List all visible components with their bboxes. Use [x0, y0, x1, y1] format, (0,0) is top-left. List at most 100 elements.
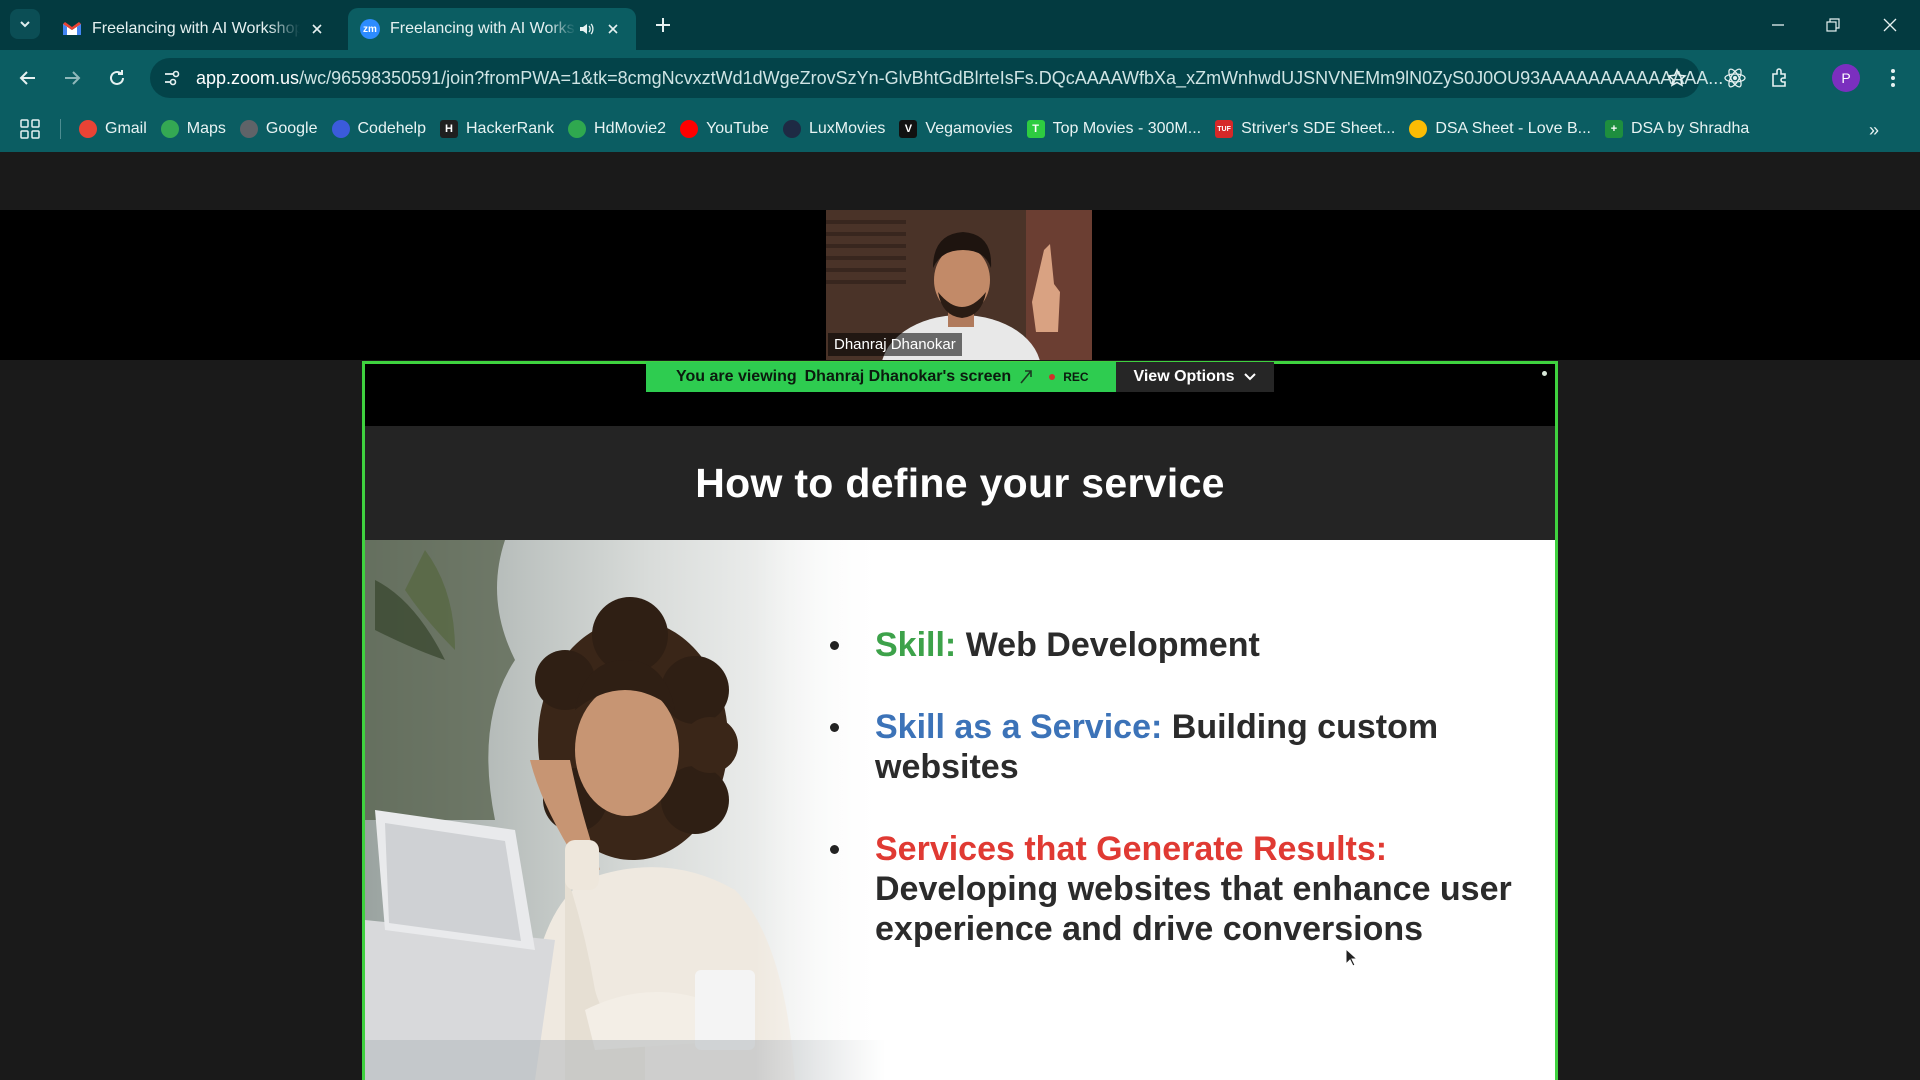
url-host: app.zoom.us: [196, 68, 300, 88]
site-info-icon[interactable]: [160, 66, 184, 90]
slide-bullet-list: Skill: Web Development Skill as a Servic…: [830, 625, 1530, 991]
tab-freelancing-zoom[interactable]: zm Freelancing with AI Workshop: [348, 8, 636, 50]
url-path: /wc/96598350591/join?fromPWA=1&tk=8cmgNc…: [299, 68, 1724, 88]
back-button[interactable]: [12, 62, 44, 94]
forward-button[interactable]: [56, 62, 88, 94]
mouse-cursor-icon: [1345, 948, 1359, 967]
bookmark-label: DSA by Shradha: [1630, 120, 1750, 137]
bookmark-label: HdMovie2: [594, 120, 667, 137]
bookmark-top-movies-300m[interactable]: T Top Movies - 300M...: [1020, 114, 1209, 144]
address-bar[interactable]: app.zoom.us/wc/96598350591/join?fromPWA=…: [150, 58, 1723, 98]
bookmark-hdmovie2[interactable]: HdMovie2: [561, 114, 673, 144]
bullet-dot: [830, 641, 839, 650]
tab-title: Freelancing with AI Workshop: [390, 20, 576, 37]
gmail-icon: [79, 120, 97, 138]
kebab-menu-icon: [1891, 69, 1895, 87]
bookmark-dsa-sheet-love-b[interactable]: DSA Sheet - Love B...: [1402, 114, 1598, 144]
screen-share-banner: You are viewing Dhanraj Dhanokar's scree…: [646, 362, 1116, 392]
maps-icon: [160, 120, 179, 138]
react-devtools-icon[interactable]: [1720, 63, 1750, 93]
view-options-label: View Options: [1133, 368, 1235, 385]
chevron-down-icon: [1243, 373, 1256, 381]
bookmark-dsa-by-shradha[interactable]: + DSA by Shradha: [1598, 114, 1756, 144]
bullet-key: Services that Generate Results:: [875, 830, 1388, 868]
hackerrank-icon: H: [440, 120, 458, 138]
bullet-services-results: Services that Generate Results: Developi…: [830, 829, 1530, 949]
bookmark-codehelp[interactable]: Codehelp: [325, 114, 434, 144]
close-window-button[interactable]: [1872, 10, 1908, 40]
codehelp-icon: [331, 120, 350, 138]
close-icon[interactable]: [602, 18, 624, 40]
recording-indicator: REC: [1049, 370, 1089, 384]
bullet-text: Web Development: [956, 626, 1260, 664]
globe-icon: [239, 120, 258, 138]
bookmark-maps[interactable]: Maps: [154, 114, 233, 144]
slide-title: How to define your service: [695, 459, 1225, 506]
striver-icon: TUF: [1215, 120, 1234, 138]
bookmark-list: Gmail Maps Google Codehelp H HackerRank HdMovi…: [72, 114, 1756, 144]
plus-icon: [656, 18, 670, 32]
participant-video-tile[interactable]: Dhanraj Dhanokar: [826, 210, 1092, 360]
restore-button[interactable]: [1815, 10, 1851, 40]
rec-label: REC: [1063, 370, 1089, 384]
status-dot: [1542, 371, 1547, 376]
gmail-icon: [62, 19, 82, 39]
reload-icon: [110, 70, 124, 85]
more-bookmarks-button[interactable]: »: [1860, 116, 1888, 144]
bookmark-gmail[interactable]: Gmail: [72, 114, 154, 144]
bookmark-star-icon[interactable]: [1665, 66, 1689, 90]
bookmark-label: DSA Sheet - Love B...: [1435, 120, 1591, 137]
menu-button[interactable]: [1878, 63, 1908, 93]
reload-button[interactable]: [101, 62, 133, 94]
bullet-text: Developing websites that enhance user ex…: [875, 870, 1512, 948]
bookmark-label: HackerRank: [466, 120, 555, 137]
bookmark-google[interactable]: Google: [233, 114, 325, 144]
minimize-button[interactable]: [1760, 10, 1796, 40]
arrow-right-icon: [65, 71, 81, 85]
view-options-button[interactable]: View Options: [1116, 362, 1274, 392]
zoom-icon: zm: [360, 19, 380, 39]
close-icon[interactable]: [306, 18, 328, 40]
profile-avatar[interactable]: P: [1832, 64, 1860, 92]
minimize-icon: [1772, 24, 1784, 26]
bookmark-youtube[interactable]: YouTube: [673, 114, 776, 144]
bookmark-label: Maps: [186, 120, 226, 137]
zoom-top-bar: [0, 152, 1920, 210]
bookmark-label: YouTube: [706, 120, 769, 137]
sheets-icon: +: [1604, 120, 1623, 138]
bookmark-label: Google: [265, 120, 318, 137]
bookmark-separator: [60, 119, 61, 139]
participant-name-label: Dhanraj Dhanokar: [828, 333, 962, 356]
bookmark-striver-s-sde-sheet[interactable]: TUF Striver's SDE Sheet...: [1208, 114, 1402, 144]
bookmark-label: LuxMovies: [808, 120, 886, 137]
tab-freelancing-gmail[interactable]: Freelancing with AI Workshop C: [50, 8, 340, 50]
slide-header: How to define your service: [365, 426, 1555, 540]
apps-grid-icon[interactable]: [18, 117, 42, 141]
restore-icon: [1826, 18, 1840, 32]
hdmovie-icon: [568, 120, 587, 138]
extensions-icon[interactable]: [1766, 63, 1796, 93]
browser-toolbar: app.zoom.us/wc/96598350591/join?fromPWA=…: [0, 50, 1920, 106]
drive-icon: [1409, 120, 1428, 138]
browser-tabstrip: Freelancing with AI Workshop C zm Freela…: [0, 0, 1920, 50]
bullet-key: Skill as a Service:: [875, 708, 1163, 746]
bullet-key: Skill:: [875, 626, 957, 664]
close-icon: [1883, 18, 1897, 32]
bookmark-vegamovies[interactable]: V Vegamovies: [892, 114, 1019, 144]
remote-control-icon: [1019, 369, 1033, 385]
tab-search-button[interactable]: [10, 9, 40, 39]
tab-title: Freelancing with AI Workshop C: [92, 20, 300, 37]
bookmark-hackerrank[interactable]: H HackerRank: [433, 114, 561, 144]
chevron-down-icon: [20, 21, 30, 28]
share-prefix: You are viewing: [676, 368, 797, 385]
bookmark-label: Top Movies - 300M...: [1052, 120, 1202, 137]
new-tab-button[interactable]: [650, 12, 676, 38]
bullet-skill: Skill: Web Development: [830, 625, 1530, 665]
luxmovies-icon: [782, 120, 801, 138]
bookmark-luxmovies[interactable]: LuxMovies: [776, 114, 892, 144]
speaker-icon[interactable]: [576, 19, 596, 39]
url-text: app.zoom.us/wc/96598350591/join?fromPWA=…: [196, 68, 1796, 90]
topmovies-icon: T: [1026, 120, 1045, 138]
bullet-skill-as-service: Skill as a Service: Building custom webs…: [830, 707, 1530, 787]
bookmark-label: Vegamovies: [925, 120, 1013, 137]
